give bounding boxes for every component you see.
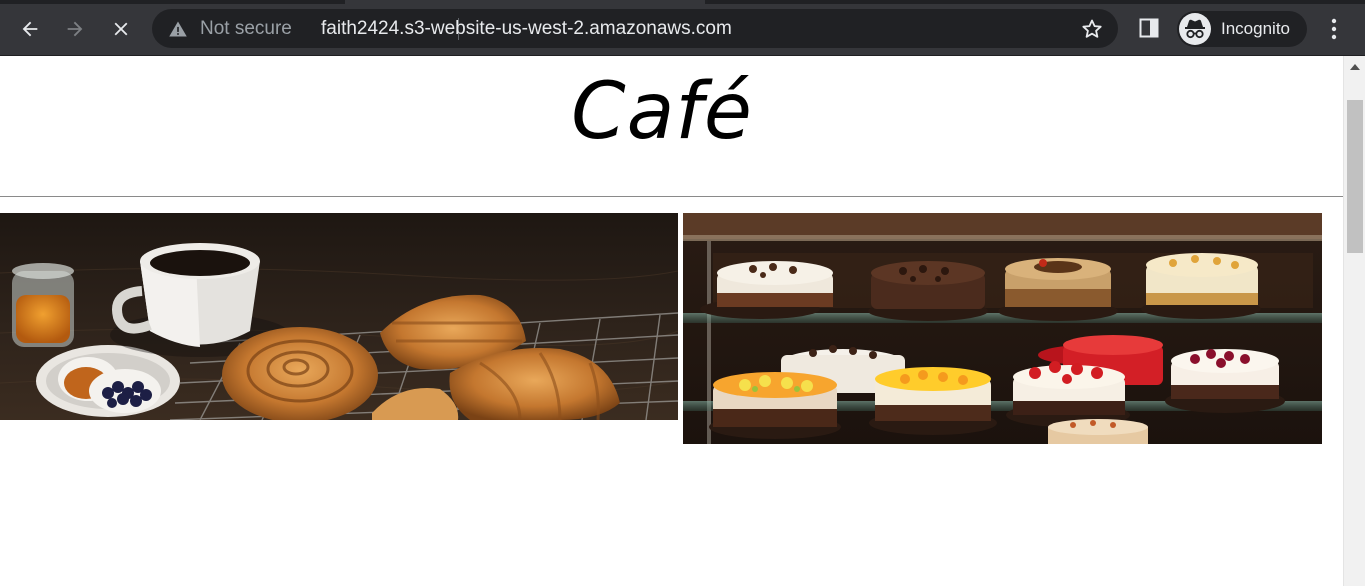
stop-loading-button[interactable] xyxy=(104,12,138,46)
warning-triangle-icon[interactable] xyxy=(168,19,188,39)
active-tab[interactable] xyxy=(345,0,705,4)
profile-button[interactable]: Incognito xyxy=(1177,11,1307,47)
scrollbar-thumb[interactable] xyxy=(1347,100,1363,253)
close-icon xyxy=(114,22,128,36)
incognito-icon xyxy=(1179,13,1211,45)
security-status-label[interactable]: Not secure xyxy=(200,18,292,40)
star-icon[interactable] xyxy=(1080,17,1104,41)
side-panel-icon[interactable] xyxy=(1137,16,1161,40)
horizontal-rule xyxy=(0,196,1343,197)
pastries-coffee-photo xyxy=(0,213,678,420)
scroll-up-arrow-icon[interactable] xyxy=(1348,62,1362,72)
forward-button[interactable] xyxy=(58,12,92,46)
tab-strip xyxy=(0,0,1365,4)
back-button[interactable] xyxy=(13,12,47,46)
address-bar[interactable]: Not secure faith2424.s3-website-us-west-… xyxy=(152,9,1118,48)
vertical-scrollbar[interactable] xyxy=(1343,56,1365,586)
browser-toolbar: Not secure faith2424.s3-website-us-west-… xyxy=(0,0,1365,56)
page-title: Café xyxy=(571,67,753,157)
url-text[interactable]: faith2424.s3-website-us-west-2.amazonaws… xyxy=(321,18,732,40)
back-arrow-icon xyxy=(22,21,38,37)
forward-arrow-icon xyxy=(67,21,83,37)
kebab-menu-icon[interactable] xyxy=(1322,15,1346,43)
profile-label: Incognito xyxy=(1221,19,1290,38)
page-viewport: Café xyxy=(0,56,1343,586)
cake-display-photo xyxy=(683,213,1322,444)
